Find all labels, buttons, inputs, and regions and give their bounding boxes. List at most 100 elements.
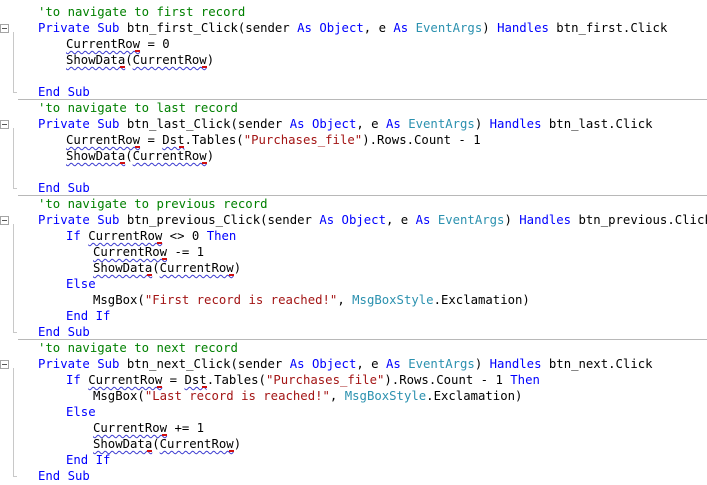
code-token-comment: 'to navigate to last record <box>38 101 238 115</box>
code-line[interactable]: CurrentRow = Dst.Tables("Purchases_file"… <box>38 132 707 148</box>
code-token-string: "Last record is reached!" <box>144 389 330 403</box>
code-line[interactable]: End Sub <box>38 84 707 100</box>
collapse-minus-icon[interactable] <box>0 216 9 225</box>
method-separator <box>18 195 707 196</box>
code-line[interactable]: 'to navigate to first record <box>38 4 707 20</box>
code-token-text: ShowData <box>66 149 126 163</box>
code-line[interactable]: Private Sub btn_last_Click(sender As Obj… <box>38 116 707 132</box>
code-token-text: , e <box>363 21 394 35</box>
code-token-comment: 'to navigate to previous record <box>38 197 268 211</box>
outline-gutter <box>0 0 17 485</box>
code-token-text: ShowData <box>93 437 153 451</box>
code-line[interactable]: End If <box>38 308 707 324</box>
code-token-keyword: As <box>393 21 409 35</box>
code-line[interactable]: CurrentRow += 1 <box>38 420 707 436</box>
code-line[interactable]: End If <box>38 452 707 468</box>
outline-end-tick <box>13 92 17 93</box>
code-token-text: .Exclamation) <box>433 293 530 307</box>
code-line[interactable]: 'to navigate to last record <box>38 100 707 116</box>
code-line[interactable]: Else <box>38 404 707 420</box>
code-token-text: += 1 <box>167 421 205 435</box>
code-line[interactable] <box>38 164 707 180</box>
code-token-keyword: As <box>297 21 312 35</box>
outline-end-tick <box>13 332 17 333</box>
code-line[interactable] <box>38 68 707 84</box>
code-token-keyword: Object <box>311 357 357 371</box>
code-token-text: CurrentRow <box>88 229 163 243</box>
code-line[interactable]: End Sub <box>38 180 707 196</box>
code-token-type: MsgBoxStyle <box>352 293 434 307</box>
code-token-keyword: Else <box>66 277 96 291</box>
code-token-text: btn_next.Click <box>541 357 653 371</box>
code-token-type: EventArgs <box>415 21 483 35</box>
code-token-text: ( <box>125 149 133 163</box>
outline-guide <box>13 32 14 92</box>
code-token-text: btn_first_Click(sender <box>119 21 298 35</box>
code-token-comment: 'to navigate to next record <box>38 341 238 355</box>
code-token-keyword: Private Sub <box>38 357 120 371</box>
code-token-text: ).Rows.Count - 1 <box>384 373 511 387</box>
code-line[interactable]: Else <box>38 276 707 292</box>
code-token-text: btn_previous_Click(sender <box>119 213 320 227</box>
code-line[interactable]: End Sub <box>38 468 707 484</box>
code-token-text: ) <box>233 437 242 451</box>
code-line[interactable]: Private Sub btn_previous_Click(sender As… <box>38 212 707 228</box>
code-token-keyword: End Sub <box>38 469 90 483</box>
collapse-minus-icon[interactable] <box>0 360 9 369</box>
code-token-text: CurrentRow <box>93 421 168 435</box>
code-token-text: ) <box>504 213 520 227</box>
code-token-string: "First record is reached!" <box>144 293 338 307</box>
code-token-keyword: End If <box>66 309 111 323</box>
code-line[interactable]: MsgBox("First record is reached!", MsgBo… <box>38 292 707 308</box>
code-token-keyword: Object <box>319 21 364 35</box>
code-token-text: ( <box>125 53 133 67</box>
code-line[interactable]: ShowData(CurrentRow) <box>38 436 707 452</box>
code-token-keyword: Object <box>311 117 357 131</box>
code-token-type: EventArgs <box>408 357 475 371</box>
code-token-text: CurrentRow <box>159 437 234 451</box>
code-token-text: CurrentRow <box>159 261 234 275</box>
outline-guide <box>13 128 14 188</box>
code-token-keyword: As <box>385 117 401 131</box>
collapse-minus-icon[interactable] <box>0 120 9 129</box>
code-token-text: ( <box>152 261 160 275</box>
code-token-text: , <box>329 389 345 403</box>
code-line[interactable]: Private Sub btn_next_Click(sender As Obj… <box>38 356 707 372</box>
code-line[interactable]: ShowData(CurrentRow) <box>38 260 707 276</box>
code-token-keyword: Handles <box>489 117 542 131</box>
code-token-text: ) <box>233 261 242 275</box>
code-token-text: CurrentRow <box>93 245 168 259</box>
method-separator <box>18 339 707 340</box>
code-line[interactable]: Private Sub btn_first_Click(sender As Ob… <box>38 20 707 36</box>
code-token-text: = <box>162 373 185 387</box>
code-line[interactable]: 'to navigate to previous record <box>38 196 707 212</box>
code-token-text: .Tables( <box>206 373 266 387</box>
code-token-keyword: As <box>289 357 305 371</box>
code-line[interactable]: End Sub <box>38 324 707 340</box>
code-token-text: = <box>140 133 163 147</box>
method-separator <box>18 99 707 100</box>
code-token-text: Dst <box>184 373 207 387</box>
code-editor[interactable]: 'to navigate to first record Private Sub … <box>0 0 707 485</box>
code-line[interactable]: CurrentRow -= 1 <box>38 244 707 260</box>
code-line[interactable]: ShowData(CurrentRow) <box>38 148 707 164</box>
code-line[interactable]: ShowData(CurrentRow) <box>38 52 707 68</box>
code-token-text: ) <box>474 357 490 371</box>
collapse-minus-icon[interactable] <box>0 24 9 33</box>
code-line[interactable]: If CurrentRow <> 0 Then <box>38 228 707 244</box>
code-area[interactable]: 'to navigate to first record Private Sub … <box>38 4 707 484</box>
code-token-type: EventArgs <box>408 117 475 131</box>
code-token-keyword: Private Sub <box>38 117 120 131</box>
code-line[interactable]: 'to navigate to next record <box>38 340 707 356</box>
code-line[interactable]: CurrentRow = 0 <box>38 36 707 52</box>
code-token-text: CurrentRow <box>66 37 141 51</box>
code-token-keyword: Private Sub <box>38 21 120 35</box>
code-line[interactable]: If CurrentRow = Dst.Tables("Purchases_fi… <box>38 372 707 388</box>
code-token-keyword: Handles <box>519 213 572 227</box>
code-token-text: btn_last_Click(sender <box>119 117 290 131</box>
code-token-text: , e <box>385 213 416 227</box>
code-token-keyword: Then <box>206 229 237 243</box>
code-line[interactable]: MsgBox("Last record is reached!", MsgBox… <box>38 388 707 404</box>
